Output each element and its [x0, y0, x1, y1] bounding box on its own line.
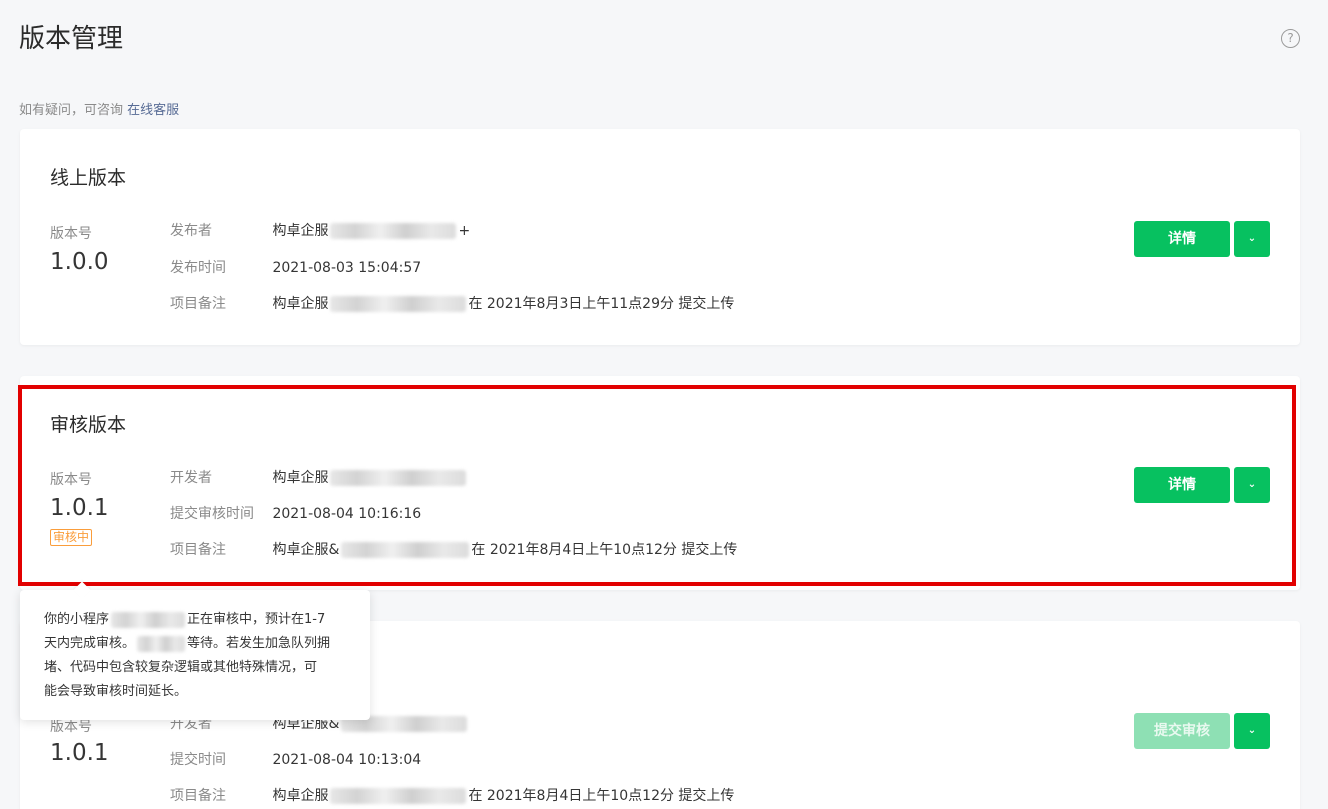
- publisher-label: 发布者: [170, 223, 212, 239]
- tooltip-line: 能会导致审核时间延长。: [44, 684, 188, 699]
- online-version-title: 线上版本: [50, 167, 127, 189]
- publisher-row: 发布者 构卓企服 +: [170, 221, 470, 241]
- chevron-down-icon[interactable]: ⌄: [1234, 713, 1270, 749]
- version-number: 1.0.1: [50, 740, 109, 766]
- online-support-link[interactable]: 在线客服: [127, 103, 179, 118]
- tooltip-text: 你的小程序: [44, 612, 110, 627]
- version-number-label: 版本号: [50, 472, 92, 488]
- tooltip-text: 正在审核中，预计在1-7: [187, 612, 326, 627]
- developer-value: 构卓企服: [272, 470, 329, 486]
- version-number-label: 版本号: [50, 226, 92, 242]
- project-note-label: 项目备注: [170, 542, 226, 558]
- detail-button[interactable]: 详情: [1134, 467, 1230, 503]
- tooltip-line: 你的小程序 正在审核中，预计在1-7: [44, 608, 346, 632]
- redacted-text: [330, 470, 467, 486]
- review-version-title: 审核版本: [50, 414, 127, 436]
- publish-time-label: 发布时间: [170, 260, 226, 276]
- online-version-card: 线上版本 版本号 1.0.0 发布者 构卓企服 + 发布时间 2021-08-03…: [20, 129, 1300, 345]
- project-note-label: 项目备注: [170, 788, 226, 804]
- tooltip-line: 天内完成审核。 等待。若发生加急队列拥: [44, 632, 346, 656]
- redacted-text: [330, 788, 467, 804]
- version-number: 1.0.0: [50, 249, 109, 275]
- developer-label: 开发者: [170, 470, 212, 486]
- tooltip-line: 堵、代码中包含较复杂逻辑或其他特殊情况，可: [44, 660, 318, 675]
- tooltip-text: 天内完成审核。: [44, 636, 136, 651]
- developer-row: 开发者 构卓企服: [170, 468, 468, 488]
- help-icon[interactable]: ?: [1281, 29, 1300, 48]
- review-version-card: 审核版本 版本号 1.0.1 审核中 开发者 构卓企服 提交审核时间 2021-…: [20, 376, 1300, 590]
- chevron-down-icon[interactable]: ⌄: [1234, 467, 1270, 503]
- detail-button[interactable]: 详情: [1134, 221, 1230, 257]
- chevron-down-icon[interactable]: ⌄: [1234, 221, 1270, 257]
- publisher-value: 构卓企服: [272, 223, 329, 239]
- submit-review-time-value: 2021-08-04 10:16:16: [272, 506, 422, 522]
- submit-review-time-row: 提交审核时间 2021-08-04 10:16:16: [170, 504, 421, 524]
- redacted-text: [111, 611, 186, 628]
- project-note-row: 项目备注 构卓企服 在 2021年8月3日上午11点29分 提交上传: [170, 294, 734, 314]
- tooltip-text: 等待。若发生加急队列拥: [187, 636, 331, 651]
- version-number: 1.0.1: [50, 495, 109, 521]
- publish-time-row: 发布时间 2021-08-03 15:04:57: [170, 258, 421, 278]
- submit-time-value: 2021-08-04 10:13:04: [272, 752, 422, 768]
- project-note-prefix: 构卓企服&: [272, 542, 340, 558]
- status-badge: 审核中: [50, 529, 93, 546]
- project-note-suffix: 在 2021年8月3日上午11点29分 提交上传: [468, 296, 735, 312]
- project-note-row: 项目备注 构卓企服 在 2021年8月4日上午10点12分 提交上传: [170, 786, 734, 806]
- project-note-suffix: 在 2021年8月4日上午10点12分 提交上传: [468, 788, 735, 804]
- submit-review-button[interactable]: 提交审核: [1134, 713, 1230, 749]
- publisher-suffix: +: [458, 223, 471, 239]
- redacted-text: [330, 296, 467, 312]
- redacted-text: [330, 223, 457, 239]
- publish-time-value: 2021-08-03 15:04:57: [272, 260, 422, 276]
- page-title: 版本管理: [19, 24, 124, 54]
- submit-review-time-label: 提交审核时间: [170, 506, 254, 522]
- support-hint-text: 如有疑问，可咨询: [19, 103, 124, 118]
- project-note-prefix: 构卓企服: [272, 788, 329, 804]
- project-note-prefix: 构卓企服: [272, 296, 329, 312]
- project-note-label: 项目备注: [170, 296, 226, 312]
- redacted-text: [137, 635, 186, 652]
- redacted-text: [341, 542, 470, 558]
- support-hint: 如有疑问，可咨询 在线客服: [19, 99, 179, 118]
- submit-time-label: 提交时间: [170, 752, 226, 768]
- project-note-row: 项目备注 构卓企服& 在 2021年8月4日上午10点12分 提交上传: [170, 540, 737, 560]
- project-note-suffix: 在 2021年8月4日上午10点12分 提交上传: [471, 542, 738, 558]
- review-status-tooltip: 你的小程序 正在审核中，预计在1-7 天内完成审核。 等待。若发生加急队列拥 堵、代…: [20, 581, 370, 720]
- submit-time-row: 提交时间 2021-08-04 10:13:04: [170, 750, 421, 770]
